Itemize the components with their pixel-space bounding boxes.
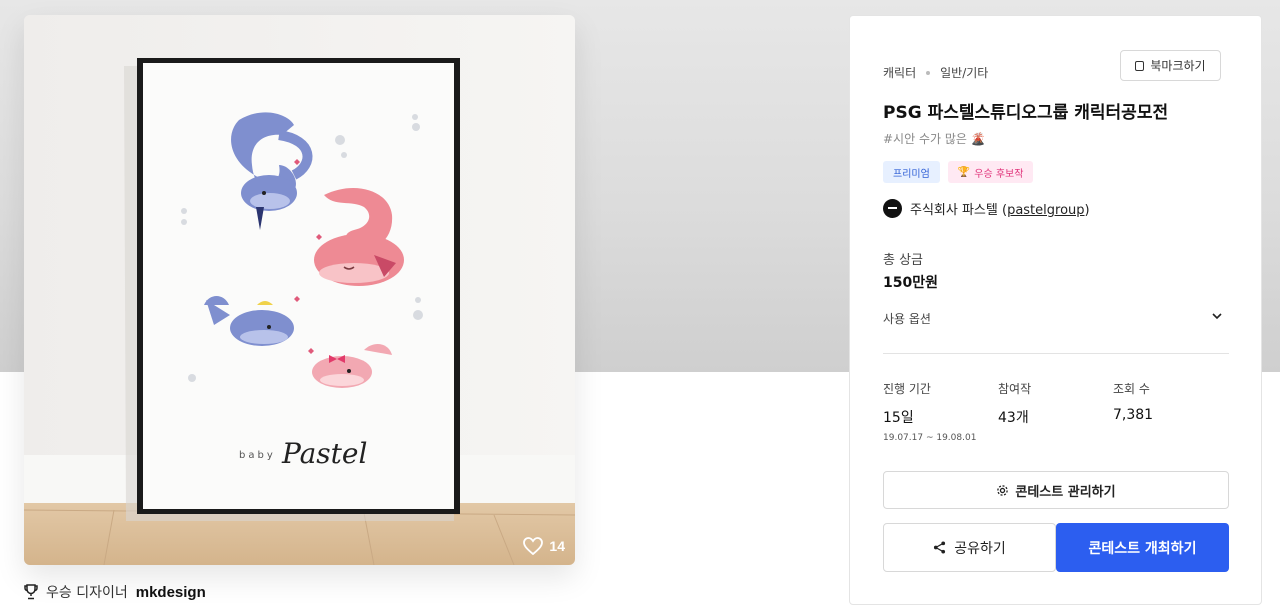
svg-text:baby: baby <box>239 450 276 461</box>
heart-icon <box>523 537 544 555</box>
host-handle[interactable]: pastelgroup <box>1007 203 1084 218</box>
prize-value: 150만원 <box>883 275 938 291</box>
svg-text:Pastel: Pastel <box>281 437 367 470</box>
contest-info-panel: 캐릭터 일반/기타 북마크하기 PSG 파스텔스튜디오그룹 캐릭터공모전 #시안… <box>849 15 1262 605</box>
share-button[interactable]: 공유하기 <box>883 523 1056 572</box>
separator-dot <box>926 70 931 75</box>
manage-contest-label: 콘테스트 관리하기 <box>1015 484 1116 500</box>
like-count: 14 <box>549 538 565 554</box>
trophy-icon <box>24 584 38 600</box>
gear-icon <box>997 484 1009 496</box>
contest-stats: 진행 기간 15일 19.07.17 ~ 19.08.01 참여작 43개 조회… <box>883 380 1229 443</box>
stat-views: 조회 수 7,381 <box>1113 382 1154 423</box>
contest-title: PSG 파스텔스튜디오그룹 캐릭터공모전 <box>883 103 1169 123</box>
stat-entries: 참여작 43개 <box>998 382 1032 426</box>
host-avatar <box>883 199 902 218</box>
winner-designer: 우승 디자이너 mkdesign <box>24 582 206 602</box>
divider <box>883 353 1229 354</box>
share-icon <box>934 541 946 554</box>
winner-candidate-badge: 🏆 우승 후보작 <box>947 161 1034 183</box>
hashtag[interactable]: #시안 수가 많은 🌋 <box>883 130 986 147</box>
prize-label: 총 상금 <box>883 253 924 268</box>
host-contest-button[interactable]: 콘테스트 개최하기 <box>1056 523 1229 572</box>
winner-badge-label: 우승 후보작 <box>974 168 1024 180</box>
usage-option-label[interactable]: 사용 옵션 <box>883 310 931 327</box>
manage-contest-button[interactable]: 콘테스트 관리하기 <box>883 471 1229 509</box>
like-button[interactable]: 14 <box>523 537 565 555</box>
badge-list: 프리미엄 🏆 우승 후보작 <box>883 161 1034 183</box>
stat-duration: 진행 기간 15일 19.07.17 ~ 19.08.01 <box>883 382 977 443</box>
artwork-illustration: baby Pastel <box>24 15 575 565</box>
bookmark-icon <box>1135 60 1145 71</box>
premium-badge: 프리미엄 <box>883 161 940 183</box>
category-secondary[interactable]: 일반/기타 <box>940 64 988 81</box>
category-primary[interactable]: 캐릭터 <box>883 64 916 81</box>
host-name: 주식회사 파스텔 (pastelgroup) <box>910 203 1090 218</box>
breadcrumb: 캐릭터 일반/기타 <box>883 64 988 81</box>
bookmark-button[interactable]: 북마크하기 <box>1120 50 1221 81</box>
chevron-down-icon[interactable] <box>1211 310 1223 322</box>
artwork-image[interactable]: baby Pastel 14 <box>24 15 575 565</box>
designer-prefix: 우승 디자이너 <box>46 585 128 601</box>
bookmark-label: 북마크하기 <box>1150 59 1206 73</box>
share-label: 공유하기 <box>954 540 1006 557</box>
trophy-icon: 🏆 <box>957 166 971 178</box>
host-info[interactable]: 주식회사 파스텔 (pastelgroup) <box>883 199 1090 218</box>
designer-name[interactable]: mkdesign <box>136 584 206 601</box>
